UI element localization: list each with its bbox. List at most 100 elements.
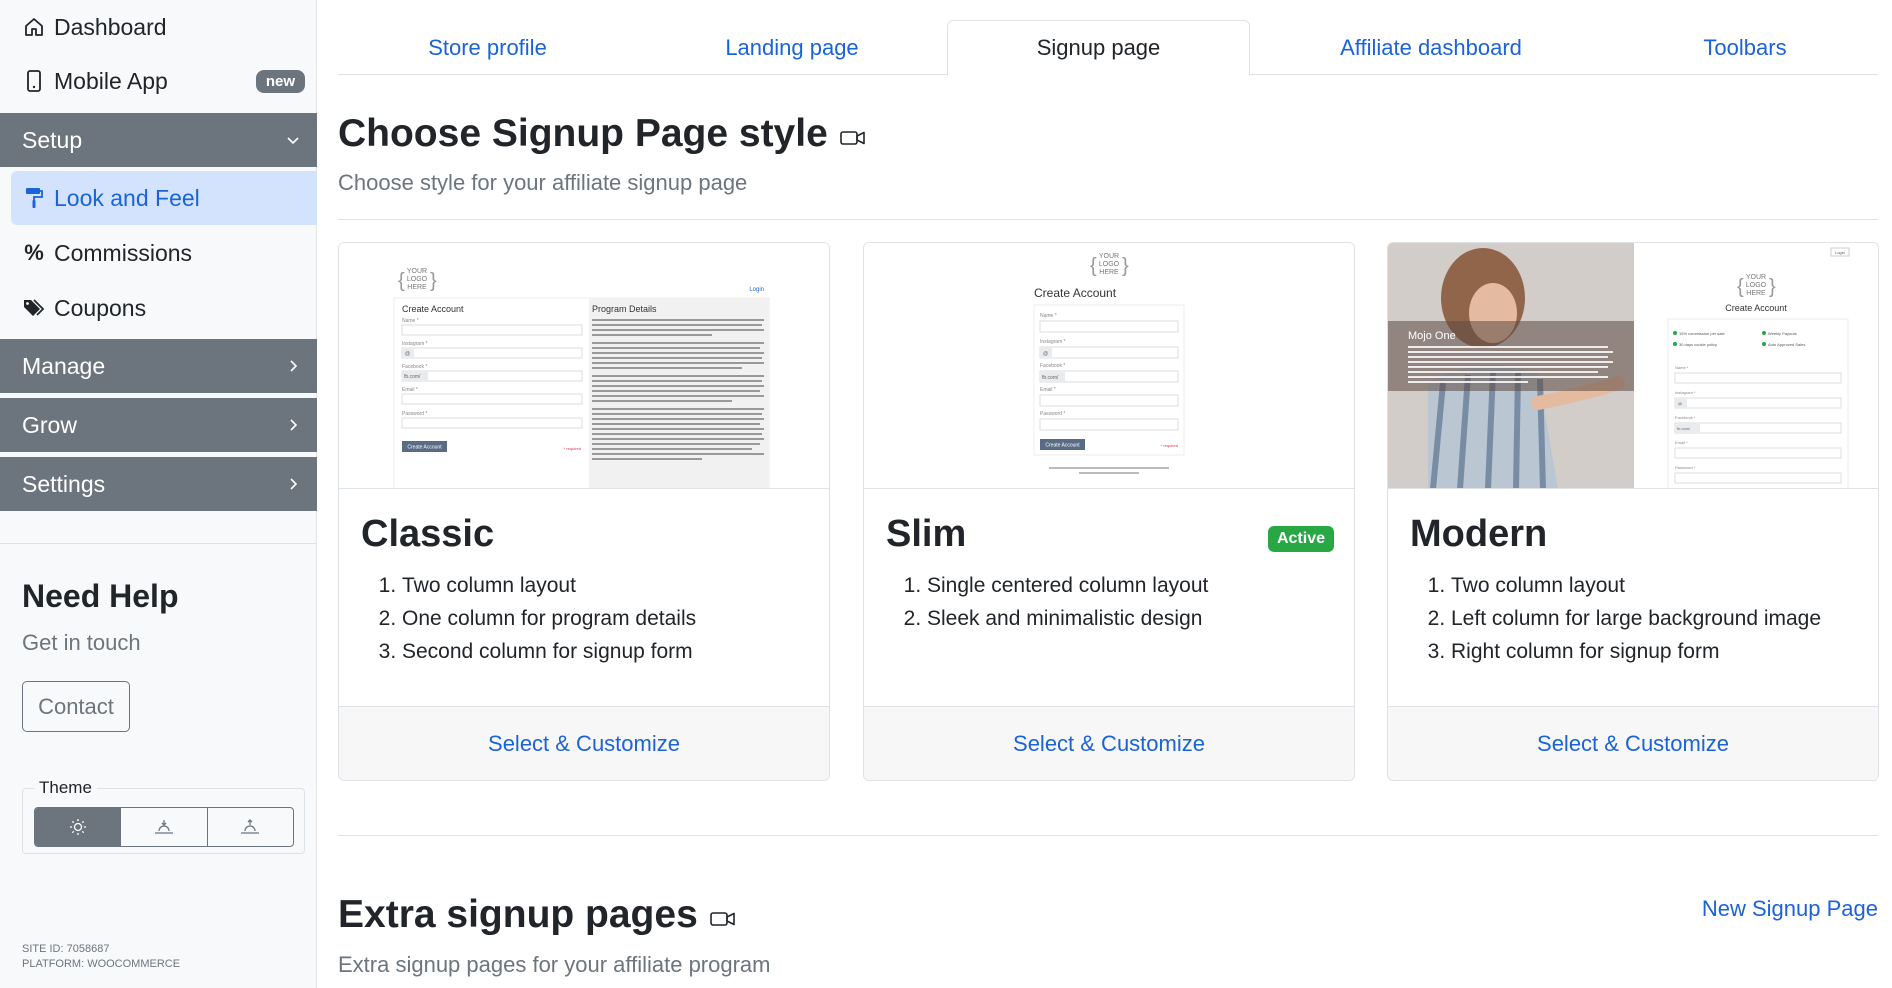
section-settings-label: Settings <box>22 470 106 497</box>
svg-text:Create Account: Create Account <box>1725 303 1787 313</box>
svg-text:* required: * required <box>564 446 581 451</box>
select-customize-classic-button[interactable]: Select & Customize <box>339 706 829 780</box>
svg-text:@: @ <box>405 351 410 357</box>
sunrise-icon <box>241 819 260 834</box>
section-grow[interactable]: Grow <box>0 398 317 452</box>
theme-toggle-group <box>34 807 294 847</box>
theme-label: Theme <box>34 778 97 798</box>
svg-text:Instagram *: Instagram * <box>1675 390 1696 395</box>
extra-section-title-text: Extra signup pages <box>338 893 698 936</box>
section-setup[interactable]: Setup <box>0 113 317 167</box>
svg-text:* required: * required <box>1161 443 1178 448</box>
svg-text:Name *: Name * <box>1040 313 1057 319</box>
svg-text:HERE: HERE <box>407 284 427 291</box>
svg-text:Instagram *: Instagram * <box>1040 339 1066 345</box>
style-card-modern: Mojo One Login YOUR LOGO HERE { } Create… <box>1387 242 1879 781</box>
svg-text:Create Account: Create Account <box>1045 443 1080 449</box>
list-item: Left column for large background image <box>1451 602 1821 635</box>
home-icon <box>22 17 46 37</box>
contact-button[interactable]: Contact <box>22 681 130 732</box>
logo-placeholder-icon: YOUR LOGO HERE { } <box>1090 253 1129 277</box>
page-title: Choose Signup Page style <box>338 112 866 156</box>
help-title: Need Help <box>22 578 179 614</box>
svg-text:Program Details: Program Details <box>592 304 657 314</box>
select-customize-modern-button[interactable]: Select & Customize <box>1388 706 1878 780</box>
video-icon[interactable] <box>709 910 736 928</box>
theme-sunrise-button[interactable] <box>208 808 293 846</box>
page-title-text: Choose Signup Page style <box>338 112 828 155</box>
tab-affiliate-dashboard[interactable]: Affiliate dashboard <box>1250 20 1612 75</box>
svg-text:Facebook *: Facebook * <box>1675 415 1696 420</box>
tab-store-profile[interactable]: Store profile <box>338 20 637 75</box>
svg-text:Instagram *: Instagram * <box>402 341 428 347</box>
tab-landing-page[interactable]: Landing page <box>637 20 947 75</box>
chevron-right-icon <box>290 419 298 431</box>
nav-dashboard[interactable]: Dashboard <box>0 0 317 54</box>
svg-text:Email *: Email * <box>402 387 418 393</box>
svg-text:LOGO: LOGO <box>1099 261 1120 268</box>
extra-section-title: Extra signup pages <box>338 893 736 937</box>
tab-bar: Store profile Landing page Signup page A… <box>338 20 1878 76</box>
nav-coupons[interactable]: Coupons <box>0 281 317 335</box>
svg-text:Password *: Password * <box>1040 411 1065 417</box>
tab-toolbars[interactable]: Toolbars <box>1612 20 1878 75</box>
nav-mobile-app[interactable]: Mobile App new <box>0 54 317 108</box>
svg-text:LOGO: LOGO <box>1746 282 1767 289</box>
new-signup-page-link[interactable]: New Signup Page <box>1702 896 1878 922</box>
mobile-icon <box>22 70 46 92</box>
tags-icon <box>22 298 46 318</box>
percent-icon: % <box>24 240 44 265</box>
list-item: Right column for signup form <box>1451 635 1821 668</box>
svg-text:15% commission per sale: 15% commission per sale <box>1679 331 1725 336</box>
svg-text:YOUR: YOUR <box>407 268 427 275</box>
nav-mobile-app-label: Mobile App <box>54 67 168 94</box>
select-customize-slim-button[interactable]: Select & Customize <box>864 706 1354 780</box>
svg-text:@: @ <box>1043 351 1048 357</box>
nav-look-and-feel-label: Look and Feel <box>54 184 200 211</box>
svg-text:}: } <box>1122 255 1129 277</box>
list-item: One column for program details <box>402 602 696 635</box>
list-item: Sleek and minimalistic design <box>927 602 1208 635</box>
svg-text:Facebook *: Facebook * <box>402 364 427 370</box>
theme-light-button[interactable] <box>35 808 122 846</box>
svg-text:Name *: Name * <box>1675 365 1689 370</box>
style-card-classic: YOUR LOGO HERE { } Login Create Account … <box>338 242 830 781</box>
tab-signup-page[interactable]: Signup page <box>947 20 1250 76</box>
list-item: Second column for signup form <box>402 635 696 668</box>
svg-text:{: { <box>1737 276 1744 298</box>
svg-text:@: @ <box>1678 401 1682 406</box>
modern-preview-image: Mojo One Login YOUR LOGO HERE { } Create… <box>1388 243 1878 489</box>
video-icon[interactable] <box>839 129 866 147</box>
svg-text:Mojo One: Mojo One <box>1408 330 1456 342</box>
svg-text:Login: Login <box>749 287 764 293</box>
nav-commissions-label: Commissions <box>54 239 193 266</box>
classic-preview-image: YOUR LOGO HERE { } Login Create Account … <box>339 243 829 489</box>
sun-icon <box>69 819 86 835</box>
theme-sunset-button[interactable] <box>121 808 208 846</box>
section-manage[interactable]: Manage <box>0 339 317 393</box>
chevron-right-icon <box>290 478 298 490</box>
nav-coupons-label: Coupons <box>54 294 147 321</box>
active-badge: Active <box>1267 526 1334 552</box>
list-item: Two column layout <box>402 569 696 602</box>
svg-text:Email *: Email * <box>1040 387 1056 393</box>
nav-commissions[interactable]: % Commissions <box>0 226 317 280</box>
divider <box>338 219 1878 220</box>
feature-list: Two column layout Left column for large … <box>1451 569 1821 668</box>
list-item: Two column layout <box>1451 569 1821 602</box>
main-content: Store profile Landing page Signup page A… <box>338 0 1879 988</box>
svg-text:Login: Login <box>1835 250 1845 255</box>
nav-look-and-feel[interactable]: Look and Feel <box>11 171 317 225</box>
chevron-down-icon <box>287 137 299 145</box>
svg-text:Weekly Payouts: Weekly Payouts <box>1768 331 1797 336</box>
svg-text:Password *: Password * <box>402 411 427 417</box>
svg-text:30 days cookie policy: 30 days cookie policy <box>1679 342 1717 347</box>
list-item: Single centered column layout <box>927 569 1208 602</box>
svg-text:Password *: Password * <box>1675 465 1696 470</box>
svg-text:{: { <box>398 270 405 292</box>
sunset-icon <box>154 820 173 834</box>
divider <box>338 835 1878 836</box>
logo-placeholder-icon: YOUR LOGO HERE { } <box>398 268 437 292</box>
site-id: SITE ID: 7058687 <box>22 943 110 955</box>
section-settings[interactable]: Settings <box>0 457 317 511</box>
